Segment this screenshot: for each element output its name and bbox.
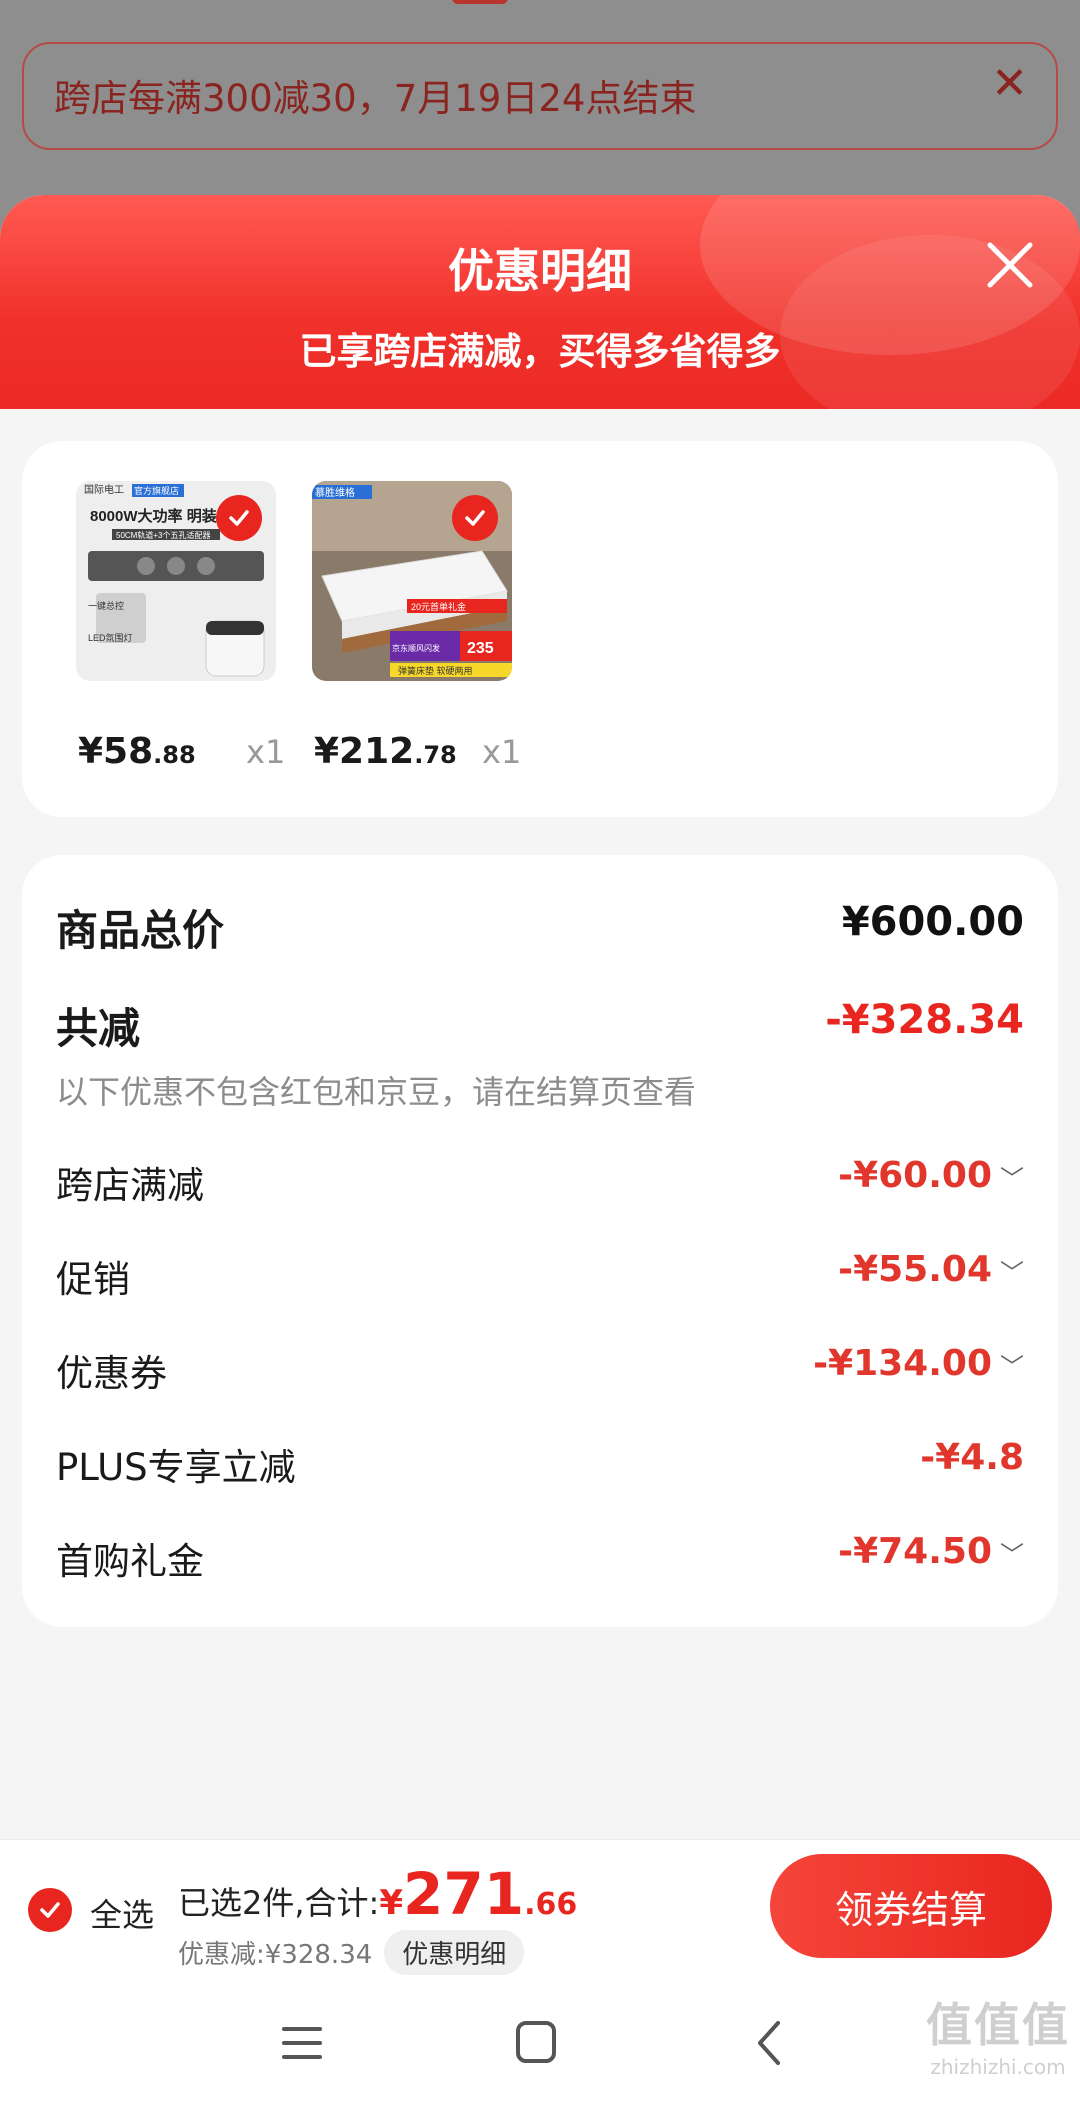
discount-label-coupon: 优惠券 (56, 1352, 167, 1395)
discount-detail-sheet: 优惠明细 已享跨店满减，买得多省得多 国际电工 官方旗舰店 8000W大功率 明… (0, 195, 1080, 2107)
product-store-tag: 官方旗舰店 (134, 485, 179, 496)
system-nav-bar: 值值值 zhizhizhi.com (0, 1979, 1080, 2107)
chevron-down-icon[interactable]: ﹀ (1000, 1259, 1024, 1287)
discount-label-plus: PLUS专享立减 (56, 1446, 296, 1489)
product-price: ¥58.88 (78, 731, 196, 772)
total-reduction-value: -¥328.34 (825, 997, 1024, 1043)
back-icon[interactable] (740, 2013, 800, 2073)
total-reduction-label: 共减 (56, 1004, 141, 1053)
order-summary: 已选2件,合计:¥271.66 (178, 1860, 578, 1928)
product-quantity: x1 (246, 733, 286, 771)
promo-banner-close-icon: ✕ (991, 58, 1028, 109)
home-icon[interactable] (506, 2013, 566, 2073)
promo-banner: 跨店每满300减30，7月19日24点结束 ✕ (22, 42, 1058, 150)
product-thumbnail-power-strip[interactable]: 国际电工 官方旗舰店 8000W大功率 明装 50CM轨道+3个五孔适配器 一键… (76, 481, 276, 681)
discount-summary: 优惠减:¥328.34 优惠明细 (178, 1930, 525, 1975)
product-headline: 8000W大功率 明装 (90, 507, 218, 525)
background-top-indicator (452, 0, 508, 4)
product-brand: 国际电工 (84, 483, 124, 496)
select-all-label[interactable]: 全选 (90, 1890, 154, 1936)
discount-details-card: 商品总价 ¥600.00 共减 -¥328.34 以下优惠不包含红包和京豆，请在… (22, 855, 1058, 1627)
discount-label-promotion: 促销 (56, 1258, 130, 1301)
total-price-label: 商品总价 (56, 906, 225, 955)
product-item[interactable]: 慕胜维格 20元首单礼金 京东顺风闪发 235 弹簧床垫 软硬两用 ¥212.7… (312, 481, 521, 772)
total-price-value: ¥600.00 (841, 899, 1024, 945)
discount-detail-button[interactable]: 优惠明细 (384, 1930, 525, 1975)
product-item[interactable]: 国际电工 官方旗舰店 8000W大功率 明装 50CM轨道+3个五孔适配器 一键… (76, 481, 285, 772)
chevron-down-icon[interactable]: ﹀ (1000, 1165, 1024, 1193)
product-tag-1: 一键总控 (88, 600, 124, 611)
product-thumbnail-mattress[interactable]: 慕胜维格 20元首单礼金 京东顺风闪发 235 弹簧床垫 软硬两用 (312, 481, 512, 681)
checkout-bar: 全选 已选2件,合计:¥271.66 优惠减:¥328.34 优惠明细 领券结算 (0, 1839, 1080, 1980)
select-all-checkbox[interactable] (28, 1888, 72, 1932)
check-icon (40, 1902, 60, 1918)
discount-label-cross-store: 跨店满减 (56, 1164, 204, 1207)
sheet-header: 优惠明细 已享跨店满减，买得多省得多 (0, 195, 1080, 409)
selected-check-icon[interactable] (216, 495, 262, 541)
discount-row-first-purchase[interactable]: -¥74.50 ﹀ (838, 1531, 1024, 1572)
sheet-subtitle: 已享跨店满减，买得多省得多 (299, 330, 781, 373)
chevron-down-icon[interactable]: ﹀ (1000, 1541, 1024, 1569)
checkout-button[interactable]: 领券结算 (770, 1854, 1052, 1958)
product-promo-tag: 20元首单礼金 (411, 601, 466, 612)
product-quantity: x1 (482, 733, 522, 771)
product-footer-tag: 弹簧床垫 软硬两用 (398, 665, 473, 676)
promo-banner-text: 跨店每满300减30，7月19日24点结束 (54, 77, 697, 120)
product-number-tag: 235 (467, 640, 494, 657)
products-card: 国际电工 官方旗舰店 8000W大功率 明装 50CM轨道+3个五孔适配器 一键… (22, 441, 1058, 817)
watermark: 值值值 zhizhizhi.com (926, 1998, 1070, 2079)
sheet-title: 优惠明细 (448, 244, 632, 298)
product-sub: 50CM轨道+3个五孔适配器 (116, 530, 210, 540)
discount-row-promotion[interactable]: -¥55.04 ﹀ (838, 1249, 1024, 1290)
chevron-down-icon[interactable]: ﹀ (1000, 1353, 1024, 1381)
product-brand: 慕胜维格 (315, 486, 355, 499)
product-price: ¥212.78 (314, 731, 457, 772)
close-icon[interactable] (980, 235, 1040, 295)
discount-label-first-purchase: 首购礼金 (56, 1540, 204, 1583)
selected-check-icon[interactable] (452, 495, 498, 541)
discount-row-plus: -¥4.8 (920, 1437, 1024, 1478)
menu-icon[interactable] (272, 2013, 332, 2073)
product-tag-2: LED氛围灯 (88, 632, 133, 643)
product-shipping-tag: 京东顺风闪发 (392, 643, 440, 653)
discount-row-cross-store[interactable]: -¥60.00 ﹀ (838, 1155, 1024, 1196)
reduction-note: 以下优惠不包含红包和京豆，请在结算页查看 (56, 1073, 697, 1111)
discount-row-coupon[interactable]: -¥134.00 ﹀ (813, 1343, 1024, 1384)
